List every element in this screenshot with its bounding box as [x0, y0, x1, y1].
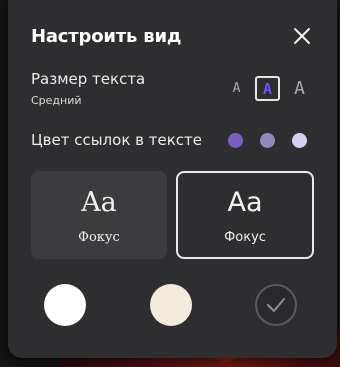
text-size-large-option[interactable]: A	[287, 76, 312, 101]
font-option-sans[interactable]: Aa Фокус	[176, 171, 314, 259]
text-size-value: Средний	[31, 94, 82, 107]
theme-sepia-button[interactable]	[150, 284, 192, 326]
font-option-serif[interactable]: Aa Фокус	[31, 171, 167, 259]
close-button[interactable]	[291, 25, 313, 47]
font-sample: Aa	[81, 187, 117, 218]
view-settings-panel: Настроить вид Размер текста Средний A A …	[8, 0, 337, 358]
panel-title: Настроить вид	[31, 26, 182, 47]
link-color-swatch-pale[interactable]	[292, 133, 307, 148]
check-icon	[267, 298, 285, 312]
theme-light-button[interactable]	[44, 284, 86, 326]
close-icon	[294, 28, 310, 44]
link-color-swatch-violet[interactable]	[228, 133, 243, 148]
font-sample: Aa	[227, 187, 263, 218]
link-color-swatch-lavender[interactable]	[260, 133, 275, 148]
link-color-label: Цвет ссылок в тексте	[31, 131, 202, 149]
font-name: Фокус	[224, 230, 266, 245]
theme-dark-button[interactable]	[255, 284, 297, 326]
text-size-medium-option[interactable]: A	[255, 76, 280, 101]
text-size-label: Размер текста	[31, 70, 146, 88]
font-name: Фокус	[78, 230, 120, 245]
text-size-small-option[interactable]: A	[224, 76, 249, 101]
